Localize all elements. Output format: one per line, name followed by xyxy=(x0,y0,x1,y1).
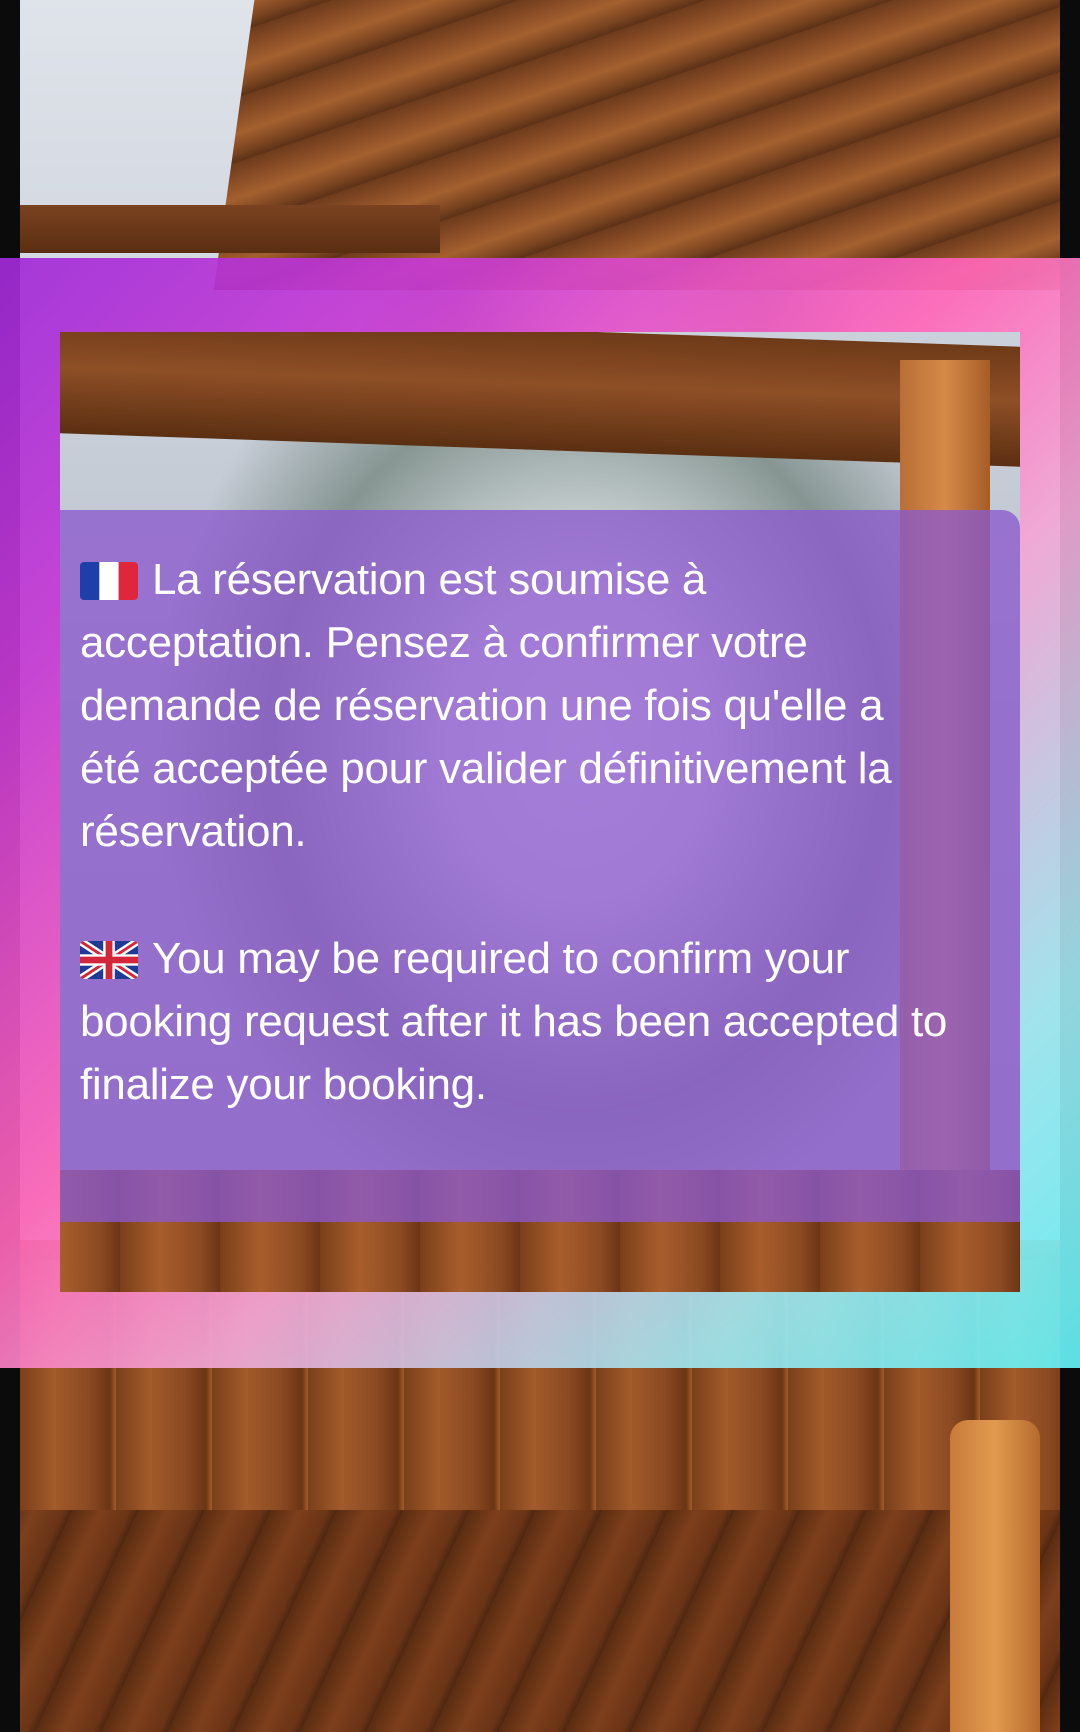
english-message: You may be required to confirm your book… xyxy=(80,927,950,1116)
wooden-floor xyxy=(20,1510,1060,1732)
france-flag-icon xyxy=(80,562,138,600)
uk-flag-icon xyxy=(80,941,138,979)
english-message-text: You may be required to confirm your book… xyxy=(80,934,948,1109)
roof-beam xyxy=(20,205,440,253)
french-message: La réservation est soumise à acceptation… xyxy=(80,548,950,863)
story-canvas: La réservation est soumise à acceptation… xyxy=(0,0,1080,1732)
wooden-chair xyxy=(950,1420,1040,1732)
french-message-text: La réservation est soumise à acceptation… xyxy=(80,555,892,856)
